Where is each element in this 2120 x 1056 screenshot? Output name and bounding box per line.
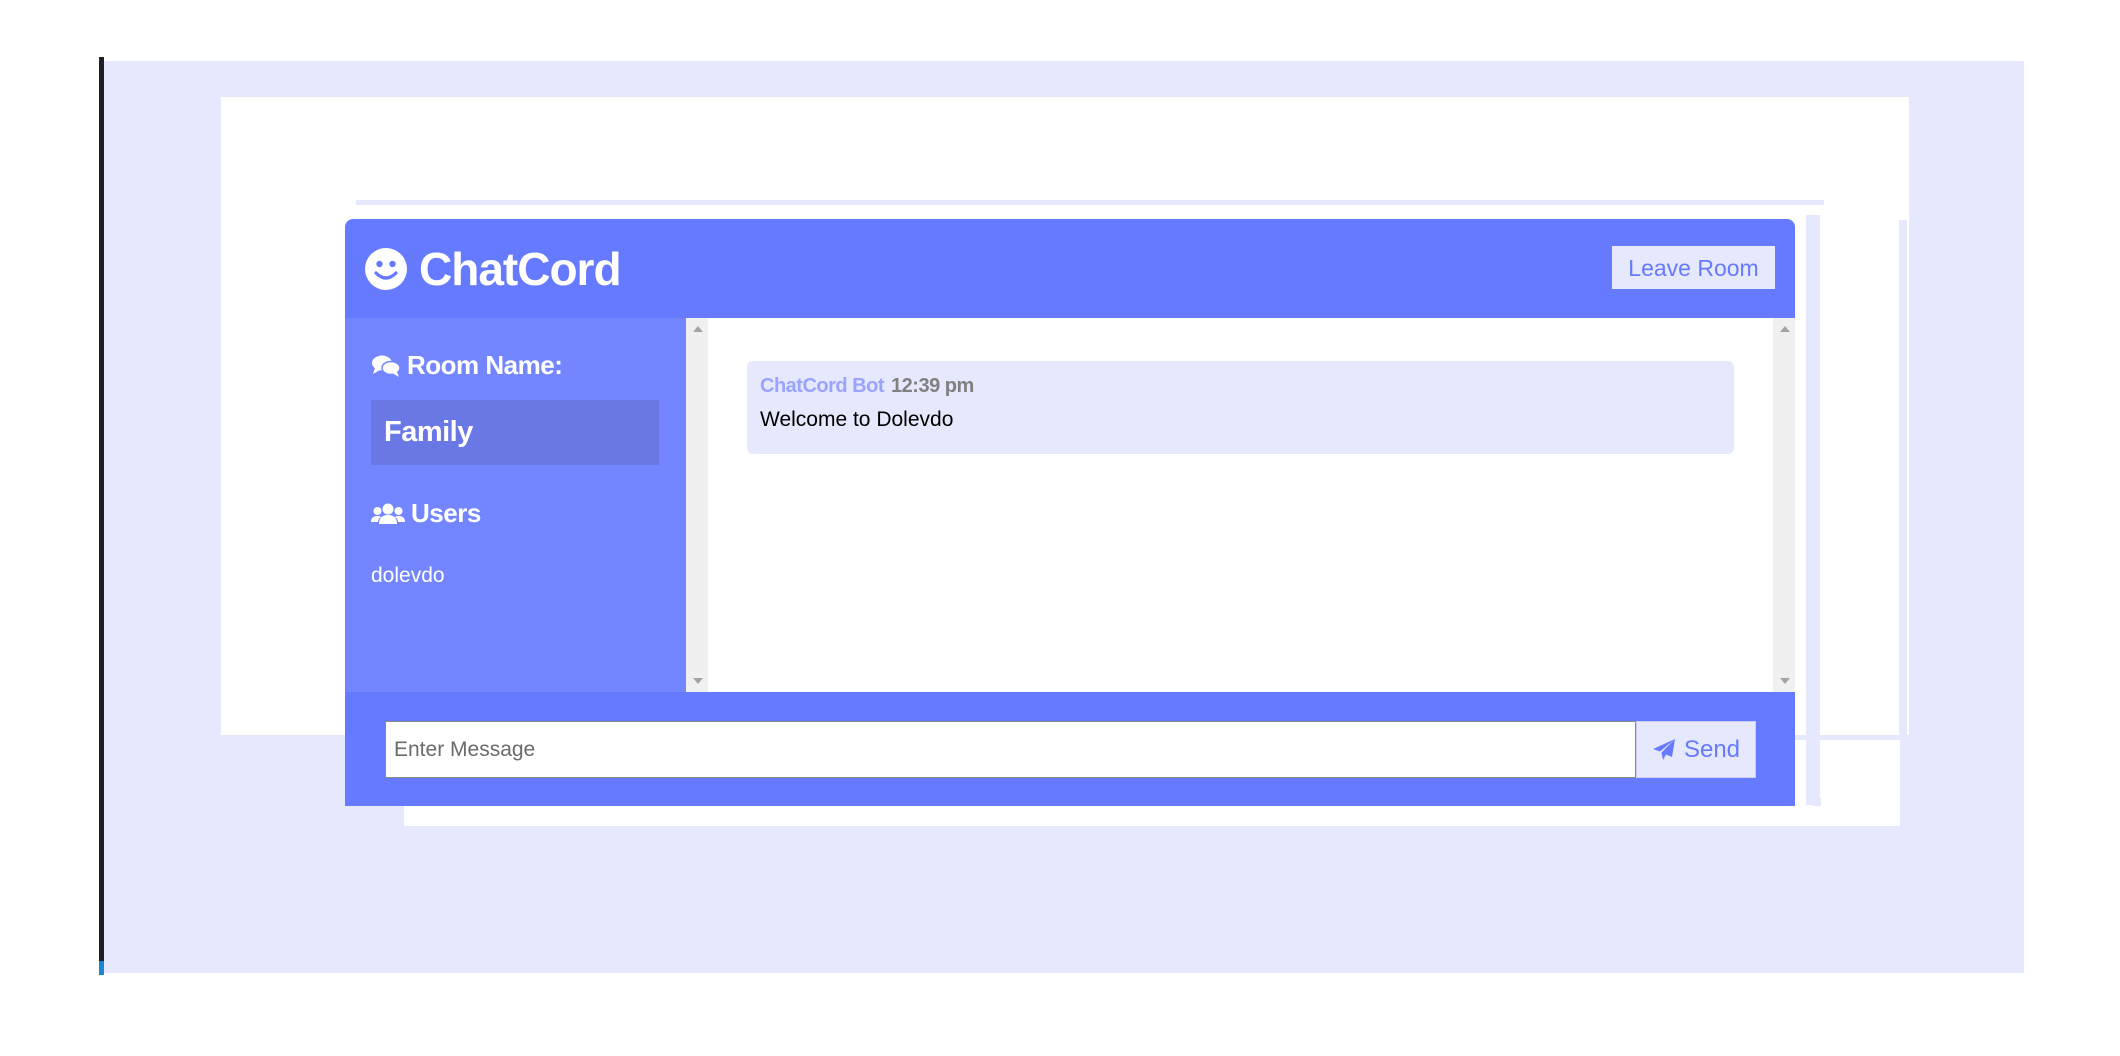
user-list-item: dolevdo: [371, 564, 445, 587]
comments-icon: [372, 355, 401, 377]
sidebar-scrollbar[interactable]: [686, 318, 708, 692]
chat-sidebar: Room Name: Family Users dolevdo: [345, 318, 686, 692]
render-artifact-line: [356, 200, 1824, 205]
send-button-label: Send: [1683, 735, 1741, 763]
chat-messages: ChatCord Bot 12:39 pm Welcome to Dolevdo: [708, 318, 1773, 692]
chat-container: ChatCord Leave Room Room Name: Family Us…: [345, 219, 1795, 806]
render-artifact-strip: [1899, 220, 1907, 736]
message: ChatCord Bot 12:39 pm Welcome to Dolevdo: [747, 361, 1734, 454]
message-time: 12:39 pm: [891, 375, 974, 397]
message-meta: ChatCord Bot 12:39 pm: [760, 375, 1721, 398]
scroll-down-arrow-icon[interactable]: [693, 678, 703, 684]
scroll-up-arrow-icon[interactable]: [693, 326, 703, 332]
app-logo: ChatCord: [365, 243, 622, 295]
room-name-heading-label: Room Name:: [407, 350, 563, 380]
messages-scrollbar[interactable]: [1773, 318, 1795, 692]
app-title: ChatCord: [419, 243, 622, 295]
chat-form: Send: [345, 692, 1795, 806]
send-button[interactable]: Send: [1636, 721, 1756, 778]
browser-viewport: ChatCord Leave Room Room Name: Family Us…: [0, 0, 2120, 1056]
scroll-down-arrow-icon[interactable]: [1780, 678, 1790, 684]
paper-plane-icon: [1652, 738, 1675, 760]
users-icon: [371, 503, 405, 524]
leave-room-button[interactable]: Leave Room: [1612, 246, 1775, 289]
message-input[interactable]: [385, 721, 1636, 778]
render-artifact-dot: [1813, 798, 1821, 806]
chat-header: ChatCord Leave Room: [345, 219, 1795, 318]
render-artifact-strip: [1806, 215, 1820, 805]
smile-icon: [365, 248, 407, 290]
message-text: Welcome to Dolevdo: [760, 408, 954, 431]
room-name-heading: Room Name:: [371, 350, 563, 381]
message-author: ChatCord Bot: [760, 375, 884, 397]
users-heading-label: Users: [411, 498, 481, 528]
room-name: Family: [371, 400, 659, 465]
scroll-up-arrow-icon[interactable]: [1780, 326, 1790, 332]
users-heading: Users: [371, 498, 481, 529]
